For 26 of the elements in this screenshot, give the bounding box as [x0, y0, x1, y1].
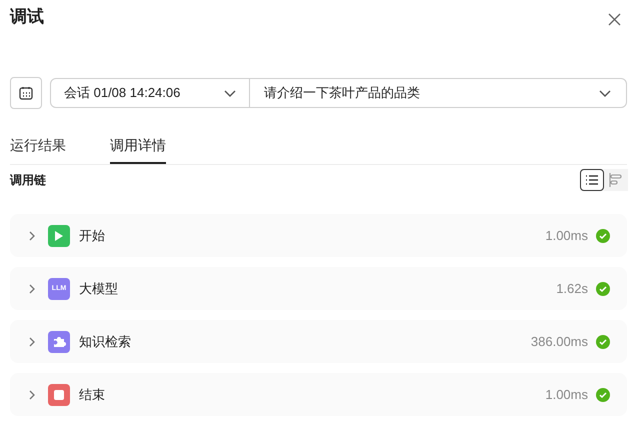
step-duration: 386.00ms [530, 332, 588, 351]
step-name: 知识检索 [79, 332, 131, 351]
step-duration: 1.00ms [545, 226, 588, 245]
list-icon [585, 174, 599, 186]
list-view-button[interactable] [580, 169, 604, 191]
step-name: 开始 [79, 226, 105, 245]
trace-step-row[interactable]: 知识检索 386.00ms [10, 320, 627, 363]
puzzle-icon [48, 330, 70, 352]
step-duration: 1.62s [556, 280, 588, 298]
dialog-title: 调试 [10, 6, 44, 28]
stop-icon [48, 384, 70, 406]
session-select[interactable]: 会话 01/08 14:24:06 [50, 78, 250, 108]
trace-step-row[interactable]: 开始 1.00ms [10, 214, 627, 257]
timeline-icon [609, 173, 623, 187]
close-button[interactable] [608, 12, 621, 26]
section-title: 调用链 [10, 172, 46, 189]
tab[interactable]: 运行结果 [10, 135, 66, 164]
question-select[interactable]: 请介绍一下茶叶产品的品类 [250, 78, 627, 108]
step-duration: 1.00ms [545, 386, 588, 404]
play-icon [48, 224, 70, 246]
trace-step-row[interactable]: 结束 1.00ms [10, 373, 627, 416]
tab[interactable]: 调用详情 [110, 135, 166, 164]
step-name: 大模型 [79, 280, 118, 298]
step-name: 结束 [79, 386, 105, 404]
calendar-icon [19, 86, 33, 100]
calendar-button[interactable] [10, 77, 42, 109]
